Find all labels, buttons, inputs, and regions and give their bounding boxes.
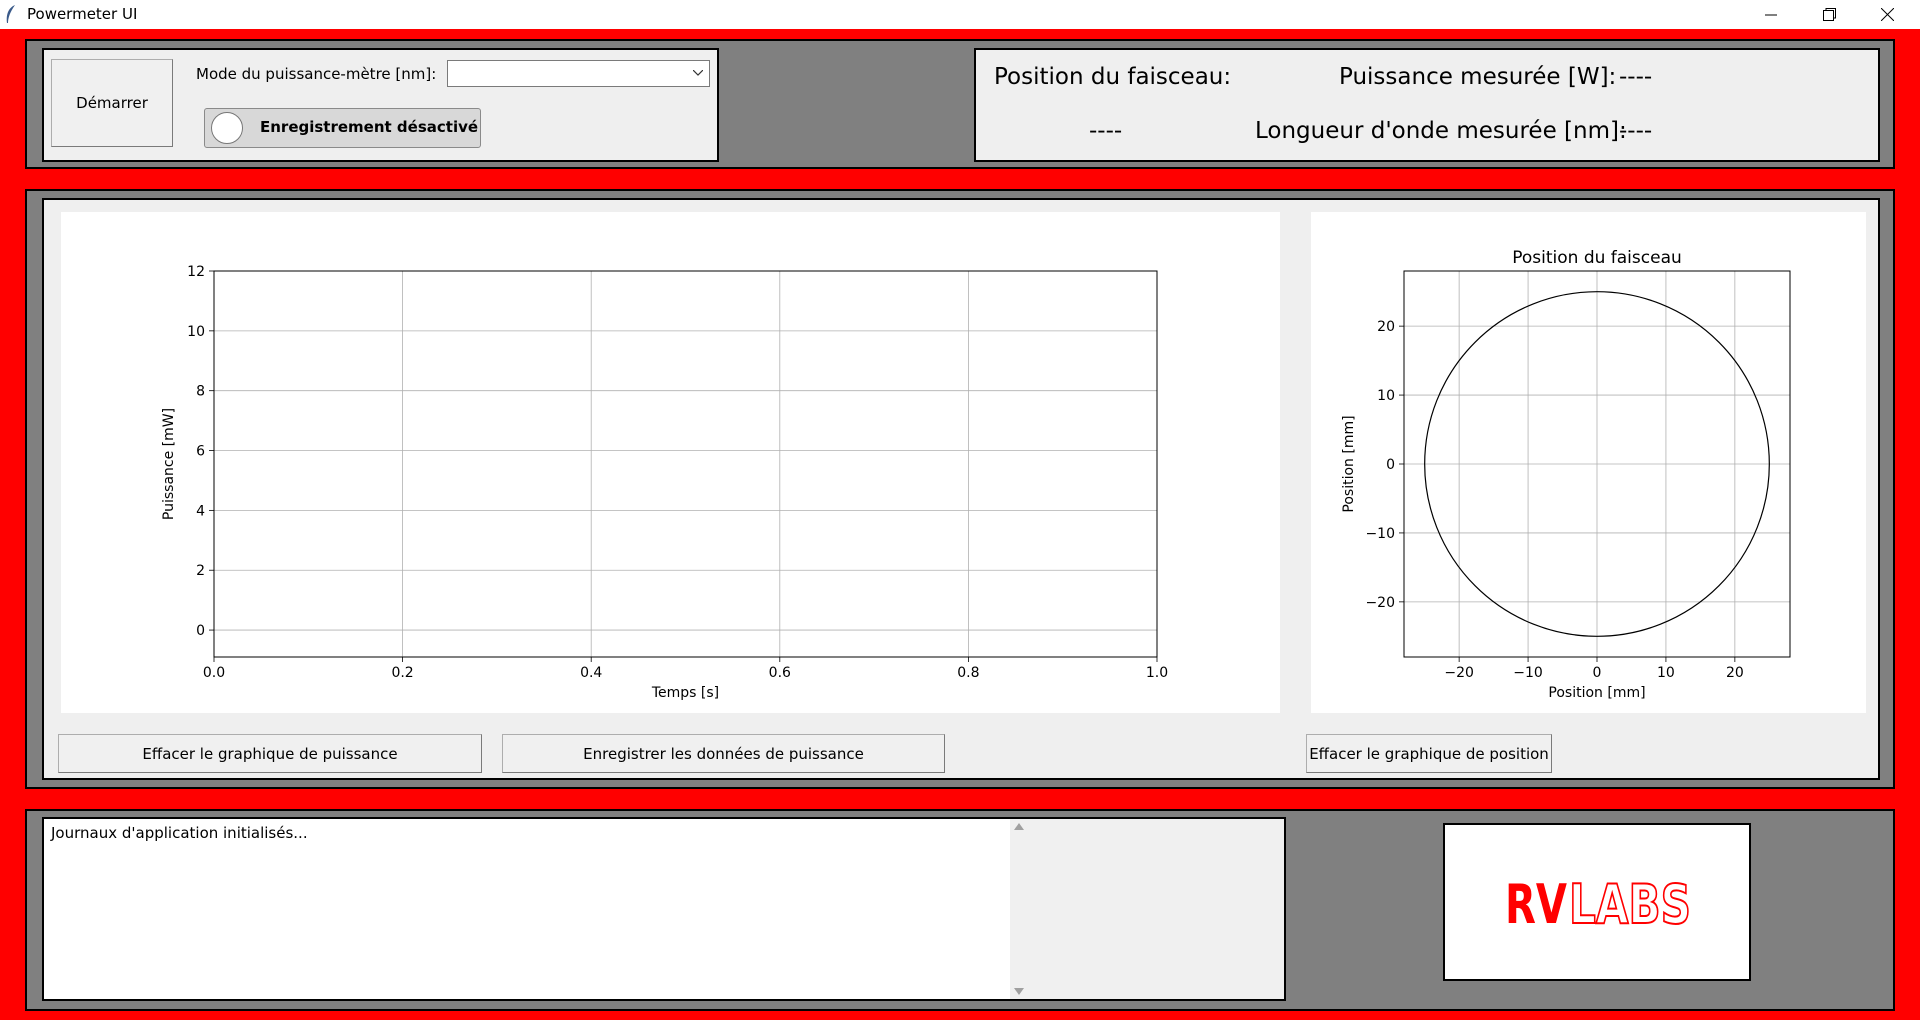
x-tick-label: 0 bbox=[1593, 665, 1602, 681]
x-tick-label: 0.8 bbox=[957, 665, 979, 681]
recording-toggle[interactable]: Enregistrement désactivé bbox=[204, 108, 481, 148]
title-bar: Powermeter UI bbox=[0, 0, 1920, 29]
y-tick-label: 10 bbox=[187, 324, 205, 340]
close-button[interactable] bbox=[1858, 0, 1916, 29]
restore-button[interactable] bbox=[1800, 0, 1858, 29]
x-tick-label: 0.4 bbox=[580, 665, 602, 681]
x-tick-label: 0.6 bbox=[769, 665, 791, 681]
top-panel: Démarrer Mode du puissance-mètre [nm]: E… bbox=[25, 39, 1895, 169]
logo-box: RV LABS bbox=[1443, 823, 1751, 981]
x-tick-label: 20 bbox=[1726, 665, 1744, 681]
y-tick-label: 6 bbox=[196, 444, 205, 460]
x-tick-label: −10 bbox=[1513, 665, 1543, 681]
y-tick-label: −10 bbox=[1365, 526, 1395, 542]
rvlabs-logo: RV LABS bbox=[1505, 872, 1692, 937]
logo-bold: RV bbox=[1505, 873, 1567, 936]
x-tick-label: 10 bbox=[1657, 665, 1675, 681]
mode-label: Mode du puissance-mètre [nm]: bbox=[196, 65, 437, 83]
plots-inner: 0.0 0.2 0.4 0.6 0.8 1.0 0 2 4 6 8 10 12 Temps [s] Puis… bbox=[42, 198, 1880, 780]
save-power-button[interactable]: Enregistrer les données de puissance bbox=[502, 734, 945, 773]
y-tick-label: 2 bbox=[196, 563, 205, 579]
scroll-down-icon[interactable] bbox=[1014, 988, 1024, 996]
clear-position-button[interactable]: Effacer le graphique de position bbox=[1306, 734, 1552, 773]
wavelength-value: ---- bbox=[1619, 118, 1653, 144]
mode-select[interactable] bbox=[447, 60, 710, 87]
y-tick-label: 0 bbox=[1386, 457, 1395, 473]
position-plot: −20 −10 0 10 20 −20 −10 0 10 20 Position [mm] Posit… bbox=[1311, 212, 1866, 713]
minimize-button[interactable] bbox=[1742, 0, 1800, 29]
restore-icon bbox=[1822, 8, 1836, 21]
y-tick-label: 8 bbox=[196, 384, 205, 400]
log-scrollbar[interactable] bbox=[1010, 819, 1284, 999]
position-chart: −20 −10 0 10 20 −20 −10 0 10 20 Position [mm] Posit… bbox=[1341, 248, 1791, 701]
beam-position-value: ---- bbox=[1089, 118, 1123, 144]
log-text: Journaux d'application initialisés... bbox=[51, 824, 308, 842]
x-tick-label: 1.0 bbox=[1146, 665, 1168, 681]
close-icon bbox=[1880, 8, 1894, 21]
y-tick-label: −20 bbox=[1365, 595, 1395, 611]
beam-position-label: Position du faisceau: bbox=[994, 64, 1232, 90]
y-tick-label: 12 bbox=[187, 264, 205, 280]
readouts-panel: Position du faisceau: ---- Puissance mes… bbox=[974, 48, 1880, 162]
y-tick-label: 0 bbox=[196, 623, 205, 639]
plots-panel: 0.0 0.2 0.4 0.6 0.8 1.0 0 2 4 6 8 10 12 Temps [s] Puis… bbox=[25, 189, 1895, 789]
power-label: Puissance mesurée [W]: bbox=[1339, 64, 1617, 90]
start-button[interactable]: Démarrer bbox=[51, 59, 173, 147]
x-tick-label: 0.0 bbox=[203, 665, 225, 681]
window-title: Powermeter UI bbox=[27, 5, 138, 23]
bottom-panel: Journaux d'application initialisés... RV… bbox=[25, 809, 1895, 1011]
x-axis-label: Position [mm] bbox=[1548, 685, 1645, 701]
scroll-up-icon[interactable] bbox=[1014, 822, 1024, 830]
x-axis-label: Temps [s] bbox=[651, 685, 719, 701]
plot-frame bbox=[213, 270, 1158, 658]
chart-title: Position du faisceau bbox=[1512, 248, 1682, 268]
toggle-knob bbox=[211, 112, 243, 144]
logo-outline: LABS bbox=[1569, 873, 1691, 936]
recording-toggle-label: Enregistrement désactivé bbox=[260, 118, 479, 136]
power-plot: 0.0 0.2 0.4 0.6 0.8 1.0 0 2 4 6 8 10 12 Temps [s] Puis… bbox=[61, 212, 1280, 713]
x-tick-label: 0.2 bbox=[391, 665, 413, 681]
y-tick-label: 10 bbox=[1377, 388, 1395, 404]
y-axis-label: Puissance [mW] bbox=[161, 408, 177, 520]
chevron-down-icon bbox=[693, 70, 703, 76]
clear-power-button[interactable]: Effacer le graphique de puissance bbox=[58, 734, 482, 773]
power-chart: 0.0 0.2 0.4 0.6 0.8 1.0 0 2 4 6 8 10 12 Temps [s] Puis… bbox=[161, 264, 1168, 701]
log-area[interactable]: Journaux d'application initialisés... bbox=[42, 817, 1286, 1001]
y-tick-label: 4 bbox=[196, 503, 205, 519]
wavelength-label: Longueur d'onde mesurée [nm]: bbox=[1255, 118, 1627, 144]
y-tick-label: 20 bbox=[1377, 319, 1395, 335]
y-axis-label: Position [mm] bbox=[1341, 415, 1357, 512]
acquisition-controls: Démarrer Mode du puissance-mètre [nm]: E… bbox=[42, 48, 719, 162]
feather-icon bbox=[6, 5, 15, 23]
power-value: ---- bbox=[1619, 64, 1653, 90]
minimize-icon bbox=[1765, 14, 1777, 15]
x-tick-label: −20 bbox=[1444, 665, 1474, 681]
